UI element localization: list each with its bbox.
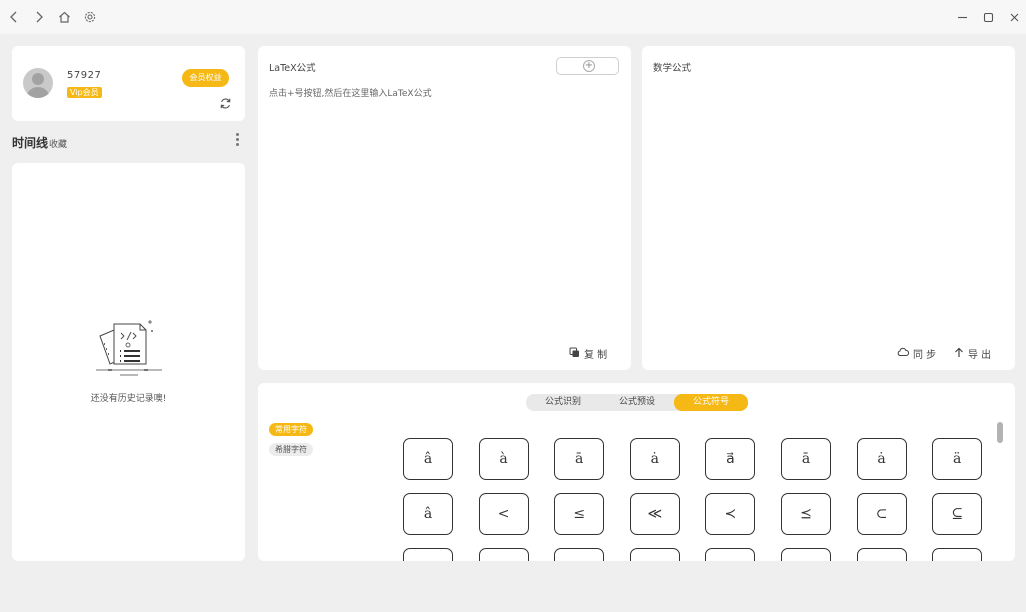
symbol-button[interactable] [554, 548, 605, 561]
cloud-icon [897, 347, 910, 360]
symbol-button[interactable]: ȧ [629, 438, 680, 480]
symbol-button[interactable] [478, 548, 529, 561]
copy-button[interactable]: 复 制 [569, 346, 607, 361]
sync-button[interactable]: 同 步 [897, 346, 936, 361]
symbol-button[interactable]: ≤ [554, 493, 605, 535]
arrow-up-icon [954, 347, 964, 361]
export-label: 导 出 [968, 350, 992, 361]
home-icon[interactable] [54, 7, 74, 27]
timeline-panel: 还没有历史记录噢! [12, 163, 245, 561]
maximize-icon[interactable] [978, 7, 998, 27]
category-common-chars[interactable]: 常用字符 [269, 423, 313, 436]
symbol-button[interactable]: â [403, 493, 453, 535]
sync-label: 同 步 [913, 350, 937, 361]
timeline-title: 时间线 [12, 136, 49, 150]
back-icon[interactable] [4, 7, 24, 27]
title-bar [0, 0, 1026, 34]
symbol-button[interactable]: ⊂ [856, 493, 907, 535]
symbol-button[interactable]: ā [781, 438, 831, 480]
tab-formula-presets[interactable]: 公式预设 [600, 394, 674, 411]
export-button[interactable]: 导 出 [954, 346, 991, 361]
math-formula-panel: 数学公式 同 步 导 出 [642, 46, 1015, 370]
symbol-button[interactable] [705, 548, 756, 561]
symbol-button[interactable]: a⃗ [705, 438, 756, 480]
symbol-panel: 公式识别 公式预设 公式符号 常用字符 希腊字符 â à ā ȧ a⃗ ā ȧ ä â < ≤ ≪ ≺ ⪯… [258, 383, 1015, 561]
refresh-icon[interactable] [218, 97, 232, 111]
tab-formula-symbols[interactable]: 公式符号 [674, 394, 748, 411]
close-icon[interactable] [1004, 7, 1024, 27]
scrollbar[interactable] [997, 422, 1003, 443]
latex-title: LaTeX公式 [269, 63, 316, 74]
math-title: 数学公式 [653, 63, 692, 74]
forward-icon[interactable] [29, 7, 49, 27]
minimize-icon[interactable] [952, 7, 972, 27]
symbol-button[interactable] [403, 548, 453, 561]
symbol-button[interactable]: ≺ [705, 493, 756, 535]
symbol-button[interactable]: â [403, 438, 453, 480]
empty-documents-icon [94, 318, 164, 380]
latex-input-hint[interactable]: 点击+号按钮,然后在这里输入LaTeX公式 [269, 86, 432, 99]
gear-icon[interactable] [80, 7, 100, 27]
add-formula-button[interactable]: + [556, 57, 619, 75]
function-tabs: 公式识别 公式预设 公式符号 [526, 394, 748, 411]
empty-history-text: 还没有历史记录噢! [90, 394, 167, 404]
category-greek-chars[interactable]: 希腊字符 [269, 443, 313, 456]
member-benefits-button[interactable]: 会员权益 [182, 69, 229, 87]
user-id: 57927 [67, 70, 102, 81]
latex-panel: LaTeX公式 + 点击+号按钮,然后在这里输入LaTeX公式 复 制 [258, 46, 631, 370]
symbol-button[interactable]: ȧ [856, 438, 907, 480]
symbol-button[interactable]: < [478, 493, 529, 535]
symbol-button[interactable] [856, 548, 907, 561]
symbol-button[interactable]: ⪯ [781, 493, 831, 535]
favorites-tab[interactable]: 收藏 [49, 137, 67, 150]
symbol-button[interactable]: ⊆ [932, 493, 983, 535]
tab-formula-recognition[interactable]: 公式识别 [526, 394, 600, 411]
symbol-button[interactable]: à [478, 438, 529, 480]
plus-icon: + [583, 60, 595, 72]
copy-icon [569, 347, 580, 361]
symbol-button[interactable] [629, 548, 680, 561]
avatar[interactable] [23, 68, 53, 98]
symbol-button[interactable]: ≪ [629, 493, 680, 535]
copy-label: 复 制 [584, 350, 608, 361]
symbol-button[interactable] [781, 548, 831, 561]
symbol-button[interactable] [932, 548, 983, 561]
symbol-button[interactable]: ä [932, 438, 983, 480]
more-options-icon[interactable] [232, 133, 242, 149]
symbol-button[interactable]: ā [554, 438, 605, 480]
user-card: 57927 Vip会员 会员权益 [12, 46, 245, 121]
vip-badge: Vip会员 [67, 87, 102, 98]
